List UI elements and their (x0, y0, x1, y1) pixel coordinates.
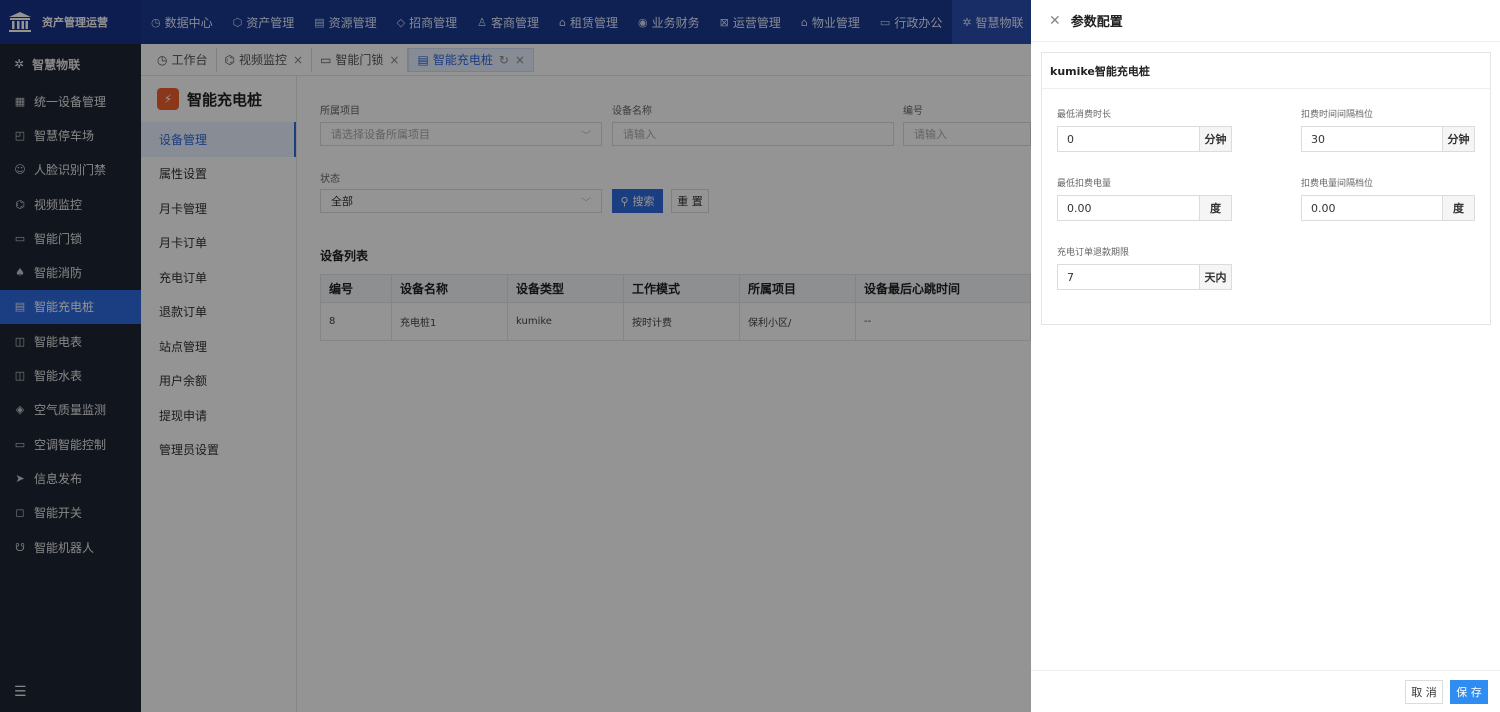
field-label: 充电订单退款期限 (1057, 248, 1130, 258)
drawer-header: ✕ 参数配置 (1031, 0, 1500, 42)
field-label: 最低消费时长 (1057, 110, 1112, 120)
card-title: kumike智能充电桩 (1042, 53, 1490, 89)
cancel-button[interactable]: 取 消 (1405, 680, 1443, 704)
field-value[interactable]: 0.00 (1058, 196, 1199, 220)
min-duration-field[interactable]: 0 分钟 (1057, 126, 1232, 152)
power-interval-field[interactable]: 0.00 度 (1301, 195, 1475, 221)
field-unit: 度 (1199, 196, 1231, 220)
field-value[interactable]: 7 (1058, 265, 1199, 289)
field-unit: 度 (1442, 196, 1474, 220)
field-unit: 天内 (1199, 265, 1231, 289)
close-icon[interactable]: ✕ (1049, 13, 1061, 29)
drawer-title: 参数配置 (1070, 15, 1123, 30)
min-power-field[interactable]: 0.00 度 (1057, 195, 1232, 221)
modal-overlay[interactable] (0, 0, 1031, 712)
field-unit: 分钟 (1442, 127, 1474, 151)
refund-period-field[interactable]: 7 天内 (1057, 264, 1232, 290)
config-card: kumike智能充电桩 最低消费时长 0 分钟 扣费时间间隔档位 30 分钟 最低扣… (1041, 52, 1491, 325)
field-unit: 分钟 (1199, 127, 1231, 151)
field-value[interactable]: 30 (1302, 127, 1442, 151)
field-label: 最低扣费电量 (1057, 179, 1112, 189)
field-value[interactable]: 0 (1058, 127, 1199, 151)
field-label: 扣费电量间隔档位 (1301, 179, 1374, 189)
save-button[interactable]: 保 存 (1450, 680, 1488, 704)
drawer-footer: 取 消 保 存 (1031, 670, 1500, 712)
field-label: 扣费时间间隔档位 (1301, 110, 1374, 120)
time-interval-field[interactable]: 30 分钟 (1301, 126, 1475, 152)
field-value[interactable]: 0.00 (1302, 196, 1442, 220)
parameter-config-drawer: ✕ 参数配置 kumike智能充电桩 最低消费时长 0 分钟 扣费时间间隔档位 3… (1031, 0, 1500, 712)
